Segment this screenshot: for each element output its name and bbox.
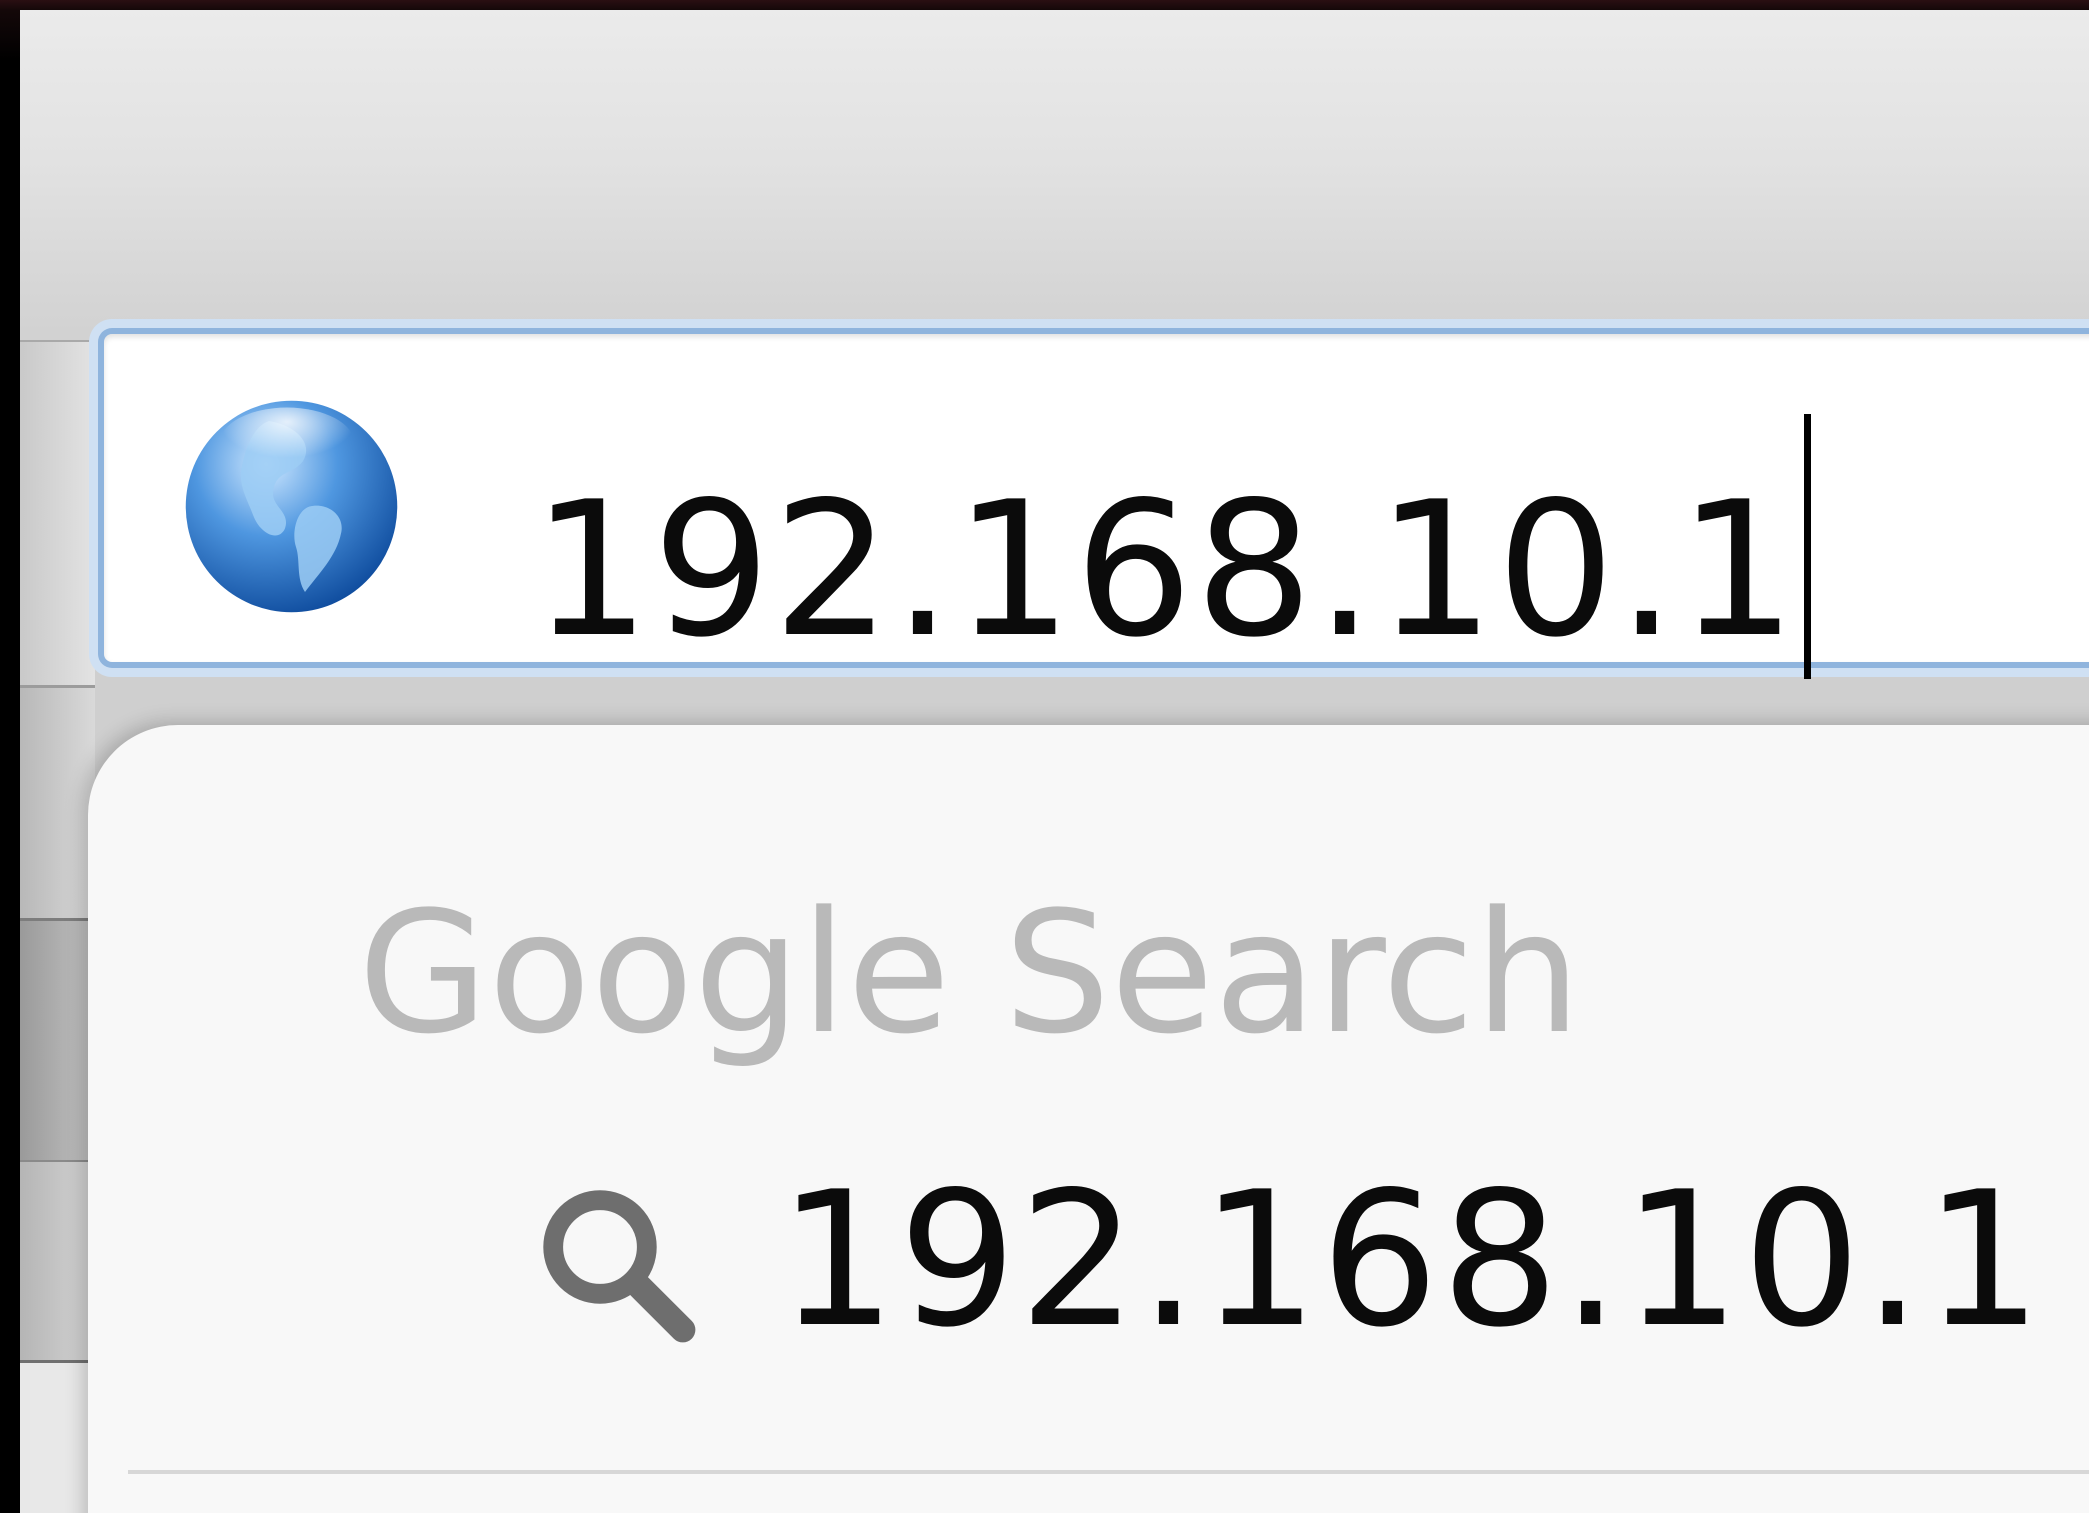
url-text[interactable]: 192.168.10.1 xyxy=(532,414,1812,679)
globe-icon xyxy=(185,400,398,613)
search-icon xyxy=(543,1190,696,1343)
autocomplete-popup: Google Search 192.168.10.1 xyxy=(88,725,2089,1513)
divider xyxy=(128,1470,2089,1474)
address-bar[interactable]: 192.168.10.1 xyxy=(98,328,2089,679)
text-caret xyxy=(1804,414,1812,679)
suggestion-item[interactable]: 192.168.10.1 xyxy=(88,1115,2089,1385)
section-header: Google Search xyxy=(358,875,1582,1071)
suggestion-text: 192.168.10.1 xyxy=(778,1151,2045,1368)
background-page-content xyxy=(20,340,95,1513)
screen: 192.168.10.1 Google Search 192.168.10.1 xyxy=(0,0,2089,1513)
browser-window: 192.168.10.1 Google Search 192.168.10.1 xyxy=(20,10,2089,1513)
